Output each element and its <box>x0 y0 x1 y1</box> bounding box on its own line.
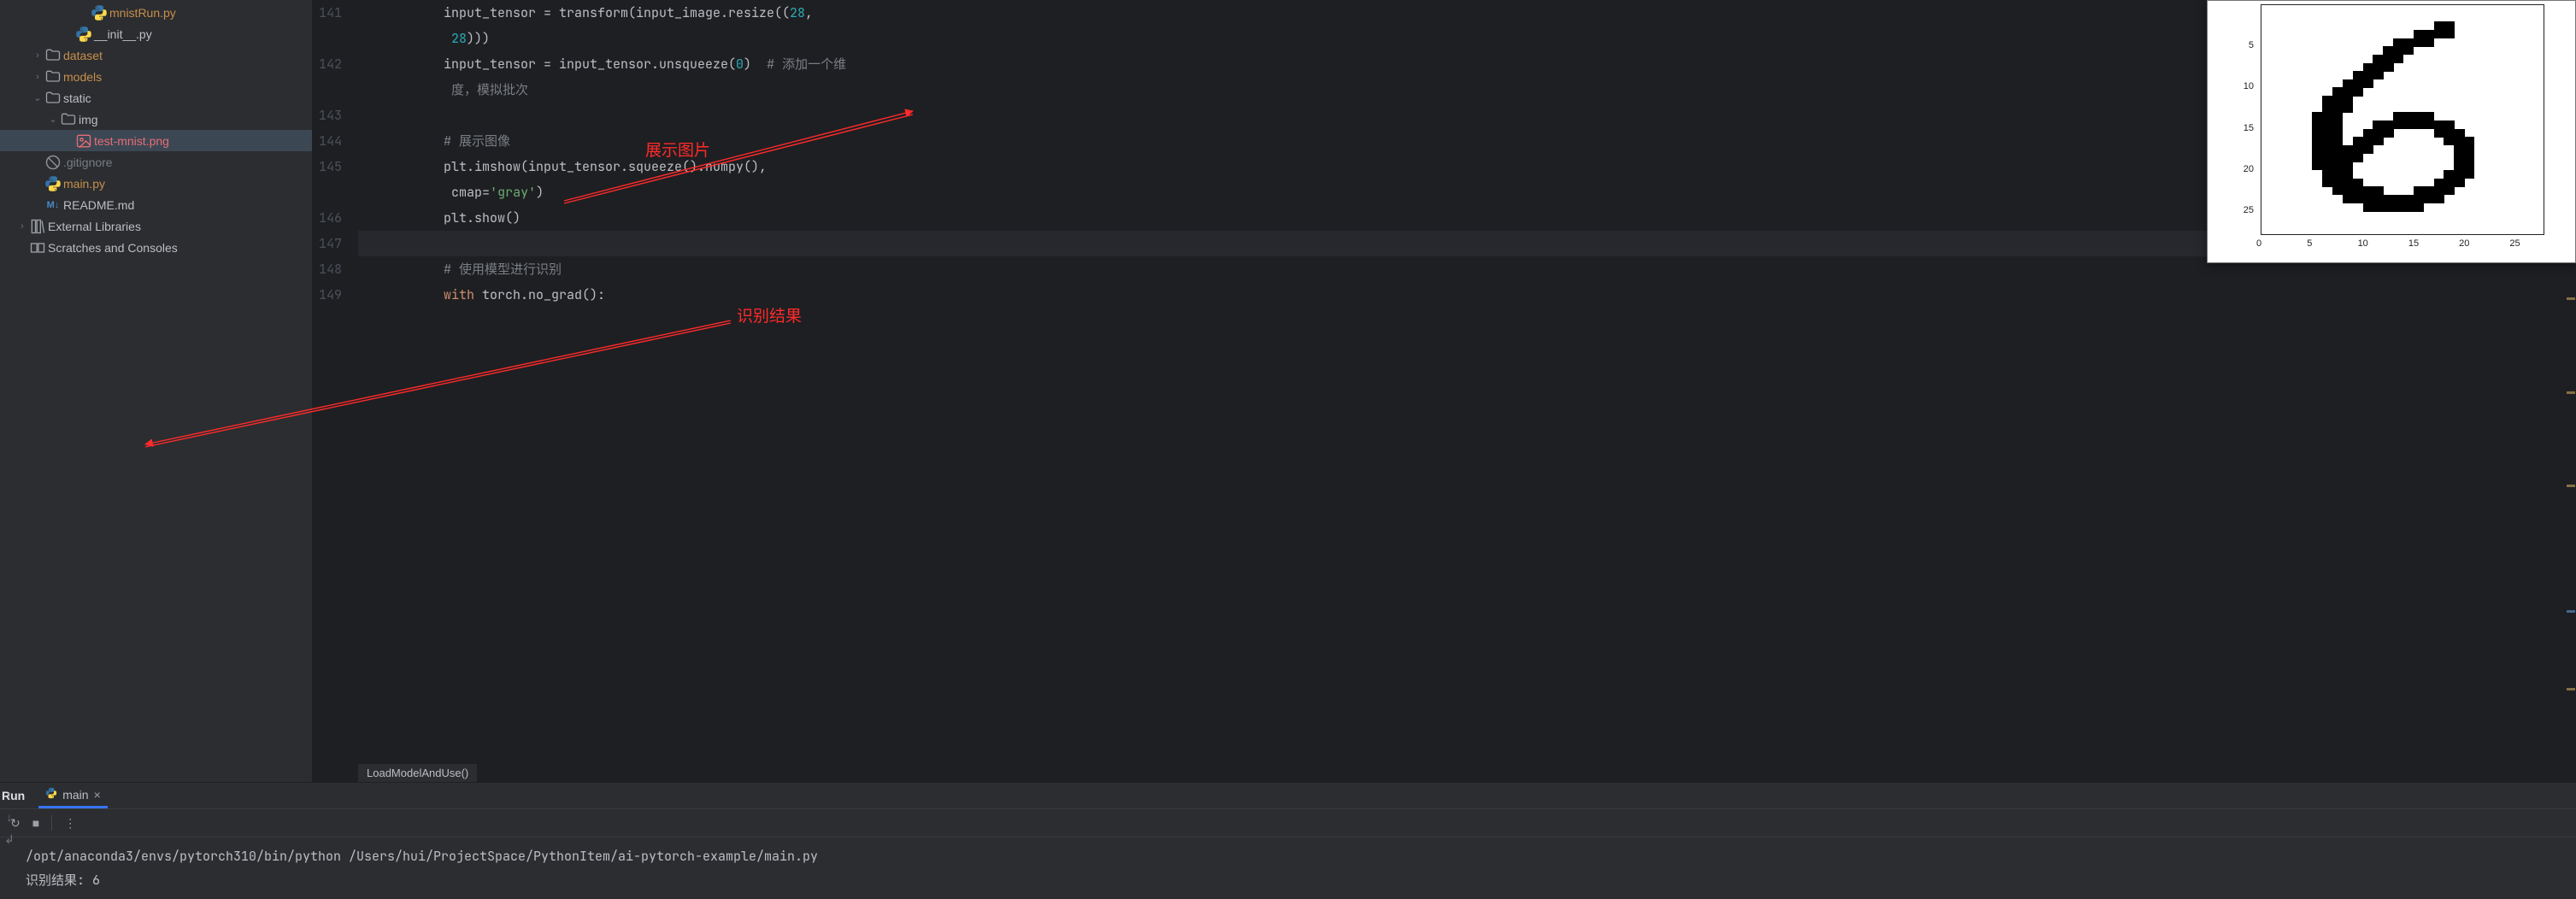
breadcrumb[interactable]: LoadModelAndUse() <box>358 763 477 782</box>
lib-icon <box>29 218 46 235</box>
code-line[interactable]: with torch.no_grad(): <box>358 282 2557 308</box>
plot-window[interactable]: 5101520250510152025 <box>2207 0 2576 263</box>
more-icon[interactable]: ⋮ <box>64 816 76 831</box>
tree-item-mnistrun-py[interactable]: mnistRun.py <box>0 2 312 23</box>
chevron-right-icon[interactable]: › <box>31 50 44 61</box>
tree-item-label: External Libraries <box>48 220 141 233</box>
line-number-gutter: 141142143144145146147148149 <box>312 0 358 782</box>
stop-icon[interactable]: ■ <box>32 816 39 830</box>
run-tab-main[interactable]: main × <box>38 783 108 808</box>
chevron-down-icon[interactable]: ⌄ <box>31 92 44 103</box>
tree-item-__init__-py[interactable]: __init__.py <box>0 23 312 44</box>
img-icon <box>75 132 92 150</box>
run-tool-window[interactable]: Run main × ↻ ■ ⋮ ↑ ↓ ↲ /opt/anaconda3/en… <box>0 782 2576 899</box>
run-tab-label: main <box>62 788 88 802</box>
folder-icon <box>44 68 62 85</box>
tree-item-test-mnist-png[interactable]: test-mnist.png <box>0 130 312 151</box>
py-icon <box>91 4 108 21</box>
soft-wrap-icon[interactable]: ↲ <box>4 832 15 847</box>
py-icon <box>75 26 92 43</box>
python-icon <box>45 787 57 802</box>
tree-item-label: __init__.py <box>94 27 152 41</box>
ignore-icon <box>44 154 62 171</box>
folder-icon <box>44 90 62 107</box>
tree-item-label: static <box>63 91 91 105</box>
tree-item--gitignore[interactable]: .gitignore <box>0 151 312 173</box>
tree-item-label: dataset <box>63 49 103 62</box>
tree-item-label: mnistRun.py <box>109 6 176 20</box>
tree-item-models[interactable]: › models <box>0 66 312 87</box>
scroll-up-icon[interactable]: ↑ <box>7 788 13 802</box>
tree-item-scratches-and-consoles[interactable]: Scratches and Consoles <box>0 237 312 258</box>
tree-item-label: models <box>63 70 102 84</box>
tree-item-label: Scratches and Consoles <box>48 241 178 255</box>
py-icon <box>44 175 62 192</box>
plot-axes <box>2261 4 2544 235</box>
folder-icon <box>44 47 62 64</box>
tree-item-static[interactable]: ⌄ static <box>0 87 312 109</box>
console-output[interactable]: /opt/anaconda3/envs/pytorch310/bin/pytho… <box>0 837 2576 899</box>
tree-item-external-libraries[interactable]: › External Libraries <box>0 215 312 237</box>
tree-item-readme-md[interactable]: M↓README.md <box>0 194 312 215</box>
tree-item-label: .gitignore <box>63 156 113 169</box>
tree-item-label: test-mnist.png <box>94 134 169 148</box>
scratch-icon <box>29 239 46 256</box>
tree-item-label: img <box>79 113 98 126</box>
chevron-down-icon[interactable]: ⌄ <box>46 114 60 125</box>
chevron-right-icon[interactable]: › <box>31 72 44 82</box>
tree-item-label: README.md <box>63 198 134 212</box>
chevron-right-icon[interactable]: › <box>15 221 29 232</box>
close-icon[interactable]: × <box>94 788 101 802</box>
project-tree[interactable]: mnistRun.py__init__.py›dataset›models⌄st… <box>0 0 312 782</box>
md-icon: M↓ <box>44 200 62 210</box>
scroll-down-icon[interactable]: ↓ <box>7 810 13 824</box>
folder-icon <box>60 111 77 128</box>
run-toolbar[interactable]: ↻ ■ ⋮ <box>0 808 2576 837</box>
tree-item-dataset[interactable]: › dataset <box>0 44 312 66</box>
tree-item-label: main.py <box>63 177 105 191</box>
tree-item-img[interactable]: ⌄ img <box>0 109 312 130</box>
tree-item-main-py[interactable]: main.py <box>0 173 312 194</box>
